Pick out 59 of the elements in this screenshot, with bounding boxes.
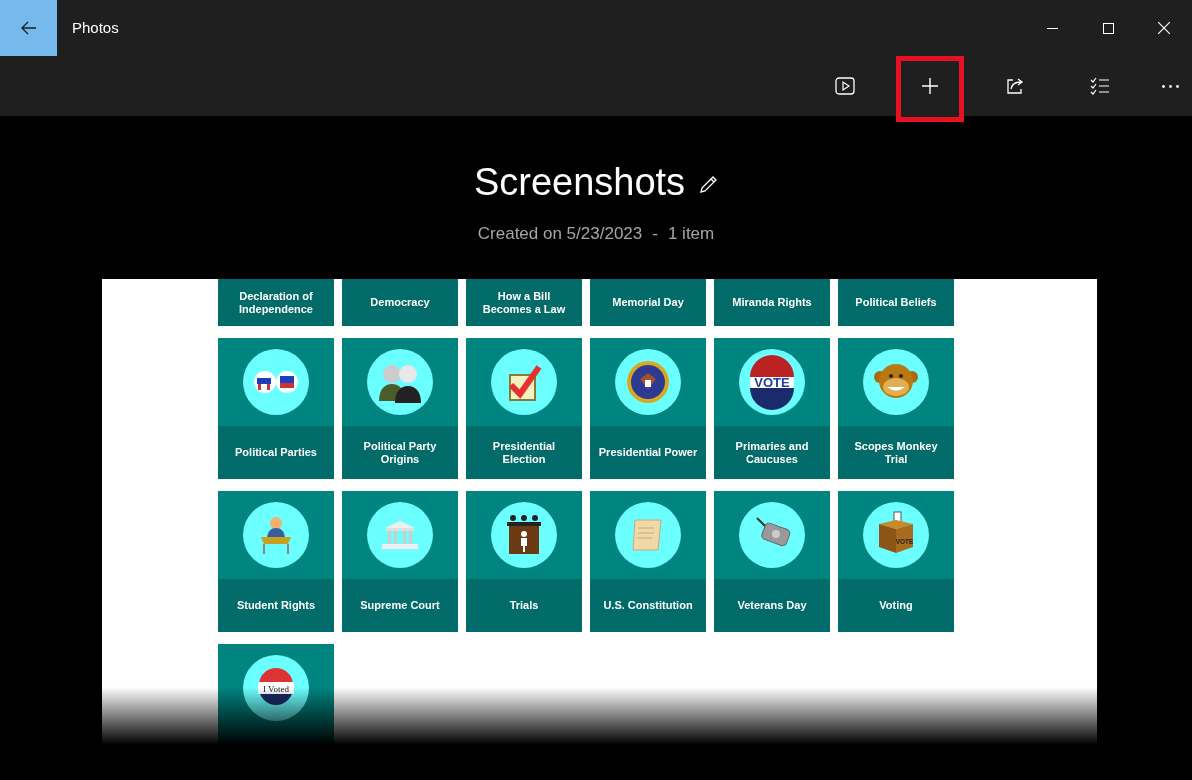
topic-card[interactable]: Trials [466,491,582,632]
topic-label: Student Rights [218,579,334,632]
minimize-icon [1046,27,1058,29]
topic-card[interactable]: I Voted [218,644,334,745]
dog-tag-icon [739,502,805,568]
topic-card[interactable]: Presidential Election [466,338,582,479]
topic-label: Political Party Origins [342,426,458,479]
separator: - [652,223,658,245]
monkey-icon [863,349,929,415]
edit-icon[interactable] [699,174,719,194]
slideshow-icon [835,76,855,96]
topic-card[interactable]: Scopes Monkey Trial [838,338,954,479]
vote-pin-icon: VOTE [739,349,805,415]
topic-card[interactable]: U.S. Constitution [590,491,706,632]
topic-card[interactable]: Political Party Origins [342,338,458,479]
topic-label: Political Parties [218,426,334,479]
seal-icon [615,349,681,415]
courthouse-icon [367,502,433,568]
plus-icon [920,76,940,96]
add-button[interactable] [896,56,964,122]
topic-label: Supreme Court [342,579,458,632]
topic-label: U.S. Constitution [590,579,706,632]
checkbox-icon [491,349,557,415]
more-icon [1161,84,1179,88]
topic-card[interactable]: VOTE Primaries and Caucuses [714,338,830,479]
topic-card[interactable]: Memorial Day [590,279,706,326]
topic-label: Trials [466,579,582,632]
topic-card[interactable]: Democracy [342,279,458,326]
topic-card[interactable]: Veterans Day [714,491,830,632]
window-title: Photos [72,17,119,38]
topic-label: Presidential Power [590,426,706,479]
two-figures-icon [367,349,433,415]
back-arrow-icon [20,21,37,35]
topic-label: Scopes Monkey Trial [838,426,954,479]
student-desk-icon [243,502,309,568]
topic-label: Voting [838,579,954,632]
topic-card[interactable]: Supreme Court [342,491,458,632]
topic-card[interactable]: Presidential Power [590,338,706,479]
created-date: Created on 5/23/2023 [477,223,643,245]
screenshot-preview[interactable] [102,279,1097,745]
topic-label: Presidential Election [466,426,582,479]
courtroom-icon [491,502,557,568]
topic-card[interactable]: How a Bill Becomes a Law [466,279,582,326]
voted-sticker-icon: I Voted [243,655,309,721]
album-title: Screenshots [473,159,686,205]
party-animals-icon [243,349,309,415]
topic-card[interactable]: Student Rights [218,491,334,632]
topic-label: Veterans Day [714,579,830,632]
topic-card[interactable]: Declaration of Independence [218,279,334,326]
scroll-icon [615,502,681,568]
topic-label: Primaries and Caucuses [714,426,830,479]
topic-card[interactable]: Miranda Rights [714,279,830,326]
item-count: 1 item [667,223,715,245]
share-icon [1005,76,1025,96]
maximize-icon [1102,22,1114,34]
topic-card[interactable]: Political Parties [218,338,334,479]
close-icon [1158,22,1170,34]
checklist-icon [1090,76,1110,96]
topic-card[interactable]: Political Beliefs [838,279,954,326]
